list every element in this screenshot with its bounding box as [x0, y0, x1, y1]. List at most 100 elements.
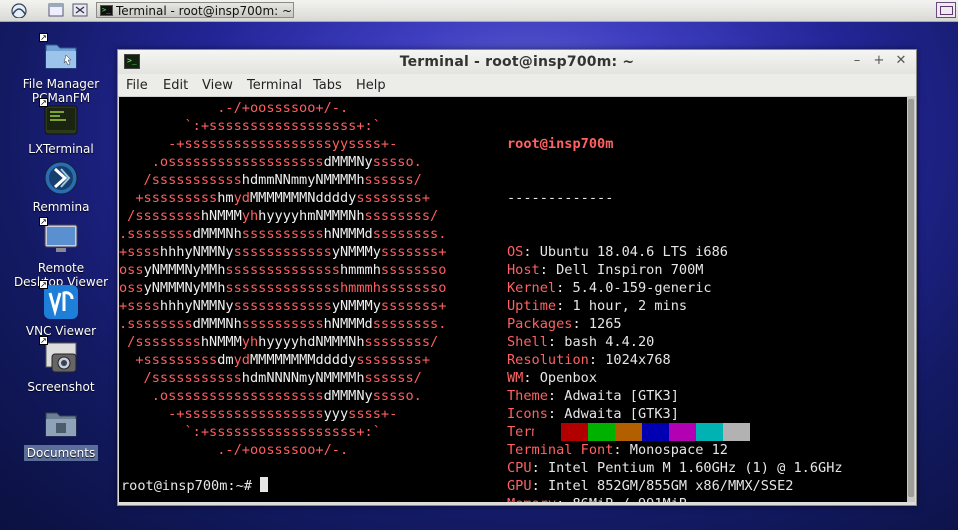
logo-segment: hdmmNNmmyNMMMMh [241, 172, 365, 188]
logo-segment: yNMMMNyMMh [143, 262, 226, 278]
logo-segment: MMMMMMMMddddy [249, 352, 357, 368]
logo-segment: ssssssss/ [364, 208, 471, 224]
info-colon: : [531, 478, 548, 494]
info-row: WM: Openbox [507, 369, 843, 387]
folder-icon: ↗ [39, 33, 79, 73]
taskbar-terminal-button[interactable]: Terminal - root@insp700m: ~ [96, 2, 294, 18]
separator: ------------- [507, 190, 614, 206]
menu-edit[interactable]: Edit [163, 78, 188, 93]
color-swatch [696, 423, 723, 441]
title-bar[interactable]: Terminal - root@insp700m: ~ – + ✕ [118, 50, 916, 74]
info-value: 1265 [588, 316, 622, 332]
logo-segment: hNMMM [200, 208, 242, 224]
logo-segment: ssssssss+ [356, 190, 471, 206]
desktop-icon-label: VNC Viewer [25, 324, 97, 338]
info-key: Icons [507, 406, 548, 422]
desktop-icon-lxterminal[interactable]: ↗ LXTerminal [13, 98, 109, 156]
logo-segment: `:+ssssssssssssssssss+:` [119, 424, 471, 440]
logo-segment: yd [233, 352, 250, 368]
logo-line: +sssshhhyNMMNyssssssssssssyNMMMysssssss+ [119, 243, 479, 261]
logo-segment: hyyyyhmNMMMNh [258, 208, 365, 224]
desktop-icon-label: File Manager [22, 77, 100, 91]
logo-line: ossyNMMMNyMMhsssssssssssssshmmmhssssssso [119, 261, 479, 279]
info-key: Resolution [507, 352, 589, 368]
info-row: Terminal Font: Monospace 12 [507, 441, 843, 459]
documents-folder-icon [43, 405, 79, 441]
menu-bar: File Edit View Terminal Tabs Help [118, 74, 916, 97]
terminal-window: Terminal - root@insp700m: ~ – + ✕ File E… [117, 49, 917, 506]
logo-segment: hyyyyhdNMMMNh [258, 334, 365, 350]
menu-help[interactable]: Help [356, 78, 386, 93]
logo-line: .-/+oossssoo+/-. [119, 99, 479, 117]
info-value: 1 hour, 2 mins [572, 298, 688, 314]
color-palette [534, 423, 750, 441]
info-row: GPU: Intel 852GM/855GM x86/MMX/SSE2 [507, 477, 843, 495]
logo-segment: yNMMMy [331, 244, 381, 260]
file-manager-launcher-icon[interactable] [48, 2, 64, 18]
desktop-icon-vnc-viewer[interactable]: ↗ VNC Viewer [13, 280, 109, 338]
info-key: OS [507, 244, 524, 260]
info-colon: : [572, 316, 589, 332]
menu-terminal[interactable]: Terminal [247, 78, 302, 93]
info-colon: : [556, 496, 572, 502]
logo-segment: hNMMMd [323, 316, 373, 332]
logo-segment: ssssssssss [241, 316, 324, 332]
logo-segment: ssssssssssss [233, 244, 332, 260]
desktop-icon-screenshot[interactable]: ↗ Screenshot [13, 336, 109, 394]
logo-segment: +sssssssss [119, 190, 218, 206]
color-swatch [561, 423, 588, 441]
shortcut-arrow-icon: ↗ [39, 33, 48, 42]
logo-segment: ssssssss. [372, 316, 471, 332]
terminal-output[interactable]: .-/+oossssoo+/-. `:+ssssssssssssssssss+:… [119, 97, 907, 502]
user-host: root@insp700m [507, 136, 614, 152]
logo-segment: /ssssssss [119, 334, 201, 350]
menu-start-icon[interactable] [10, 2, 27, 19]
desktop-icon-remote-desktop-viewer[interactable]: ↗ Remote Desktop Viewer [13, 217, 109, 289]
info-value: Intel 852GM/855GM x86/MMX/SSE2 [547, 478, 794, 494]
top-panel: Terminal - root@insp700m: ~ [0, 0, 958, 22]
logo-line: `:+ssssssssssssssssss+:` [119, 423, 479, 441]
scrollbar-thumb[interactable] [908, 99, 914, 497]
maximize-button[interactable]: + [872, 54, 886, 68]
logo-segment: ssssss/ [364, 172, 471, 188]
info-row: Memory: 86MiB / 991MiB [507, 495, 843, 502]
logo-segment: hhhyNMMNy [159, 298, 234, 314]
show-desktop-icon[interactable] [72, 2, 88, 18]
info-value: Adwaita [GTK3] [564, 406, 679, 422]
info-value: bash 4.4.20 [564, 334, 655, 350]
info-colon: : [531, 460, 548, 476]
info-row: Theme: Adwaita [GTK3] [507, 387, 843, 405]
info-value: Intel Pentium M 1.60GHz (1) @ 1.6GHz [547, 460, 843, 476]
minimize-button[interactable]: – [850, 54, 864, 68]
info-value: Ubuntu 18.04.6 LTS i686 [539, 244, 728, 260]
shell-prompt[interactable]: root@insp700m:~# [121, 477, 269, 495]
info-key: Packages [507, 316, 573, 332]
desktop-icon-file-manager[interactable]: ↗ File Manager PCManFM [13, 33, 109, 105]
monitor-icon: ↗ [39, 217, 79, 257]
shortcut-arrow-icon: ↗ [39, 336, 48, 345]
close-button[interactable]: ✕ [894, 54, 908, 68]
info-colon: : [523, 244, 540, 260]
logo-segment: +ssss [119, 298, 160, 314]
logo-segment: dm [217, 352, 234, 368]
desktop-icon-remmina[interactable]: Remmina [13, 160, 109, 214]
info-colon: : [556, 280, 573, 296]
desktop-icon-documents[interactable]: Documents [13, 405, 109, 461]
menu-file[interactable]: File [126, 78, 148, 93]
logo-segment: yh [241, 208, 259, 224]
window-list-icon[interactable] [936, 2, 956, 18]
logo-segment: hmmmh [339, 262, 381, 278]
color-swatch [534, 423, 561, 441]
logo-segment: /sssssssssss [119, 172, 242, 188]
info-colon: : [613, 442, 630, 458]
info-colon: : [588, 352, 606, 368]
menu-tabs[interactable]: Tabs [313, 78, 342, 93]
scrollbar[interactable] [907, 97, 915, 502]
logo-segment: ssssss/ [364, 370, 471, 386]
info-row: CPU: Intel Pentium M 1.60GHz (1) @ 1.6GH… [507, 459, 843, 477]
terminal-icon [100, 5, 113, 16]
logo-line: +ssssssssshmydMMMMMMMNddddyssssssss+ [119, 189, 479, 207]
menu-view[interactable]: View [202, 78, 233, 93]
remmina-icon [43, 160, 79, 196]
info-colon: : [556, 298, 573, 314]
